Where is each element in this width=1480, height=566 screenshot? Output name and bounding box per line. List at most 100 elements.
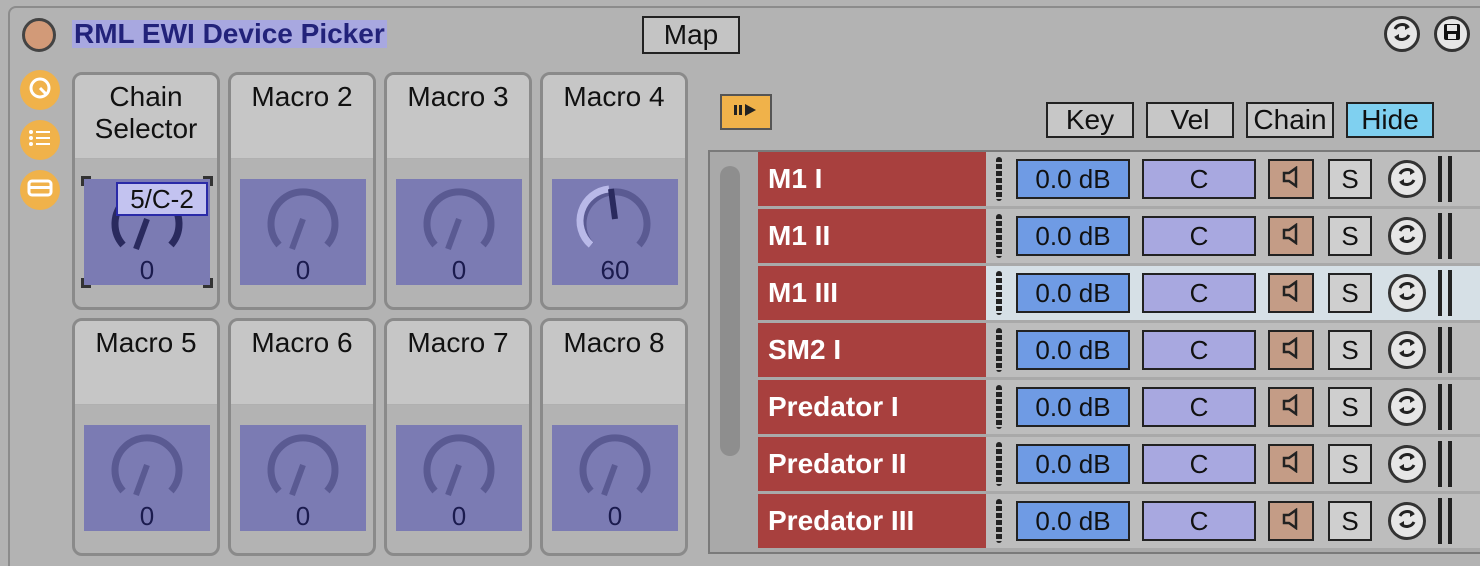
- macro-7[interactable]: Macro 7 0: [384, 318, 532, 556]
- map-button[interactable]: Map: [642, 16, 740, 54]
- drag-handle[interactable]: [996, 442, 1002, 486]
- chain-name[interactable]: SM2 I: [758, 323, 986, 377]
- chain-activator-button[interactable]: [1268, 387, 1314, 427]
- chain-name[interactable]: M1 I: [758, 152, 986, 206]
- chain-activator-button[interactable]: [1268, 501, 1314, 541]
- chain-row[interactable]: Predator I 0.0 dB C S: [758, 380, 1480, 434]
- macro-knob-area[interactable]: 0: [84, 425, 210, 531]
- chain-solo-button[interactable]: S: [1328, 159, 1372, 199]
- macro-knob-area[interactable]: 0: [240, 425, 366, 531]
- drag-handle[interactable]: [996, 214, 1002, 258]
- swap-icon: [1396, 166, 1418, 193]
- chain-row[interactable]: Predator III 0.0 dB C S: [758, 494, 1480, 548]
- device-rack: RML EWI Device Picker Map Chain Selector…: [8, 6, 1480, 566]
- drag-handle[interactable]: [996, 385, 1002, 429]
- chain-key[interactable]: C: [1142, 273, 1256, 313]
- chain-volume[interactable]: 0.0 dB: [1016, 387, 1130, 427]
- auto-select-button[interactable]: [720, 94, 772, 130]
- chain-hot-swap-button[interactable]: [1388, 160, 1426, 198]
- chain-level-meter: [1438, 384, 1452, 430]
- drag-handle[interactable]: [996, 499, 1002, 543]
- macro-variations-button[interactable]: [20, 70, 60, 110]
- save-preset-button[interactable]: [1434, 16, 1470, 52]
- chain-activator-button[interactable]: [1268, 330, 1314, 370]
- chain-controls: 0.0 dB C S: [986, 494, 1480, 548]
- chain-hot-swap-button[interactable]: [1388, 274, 1426, 312]
- knob-dial-icon: [423, 434, 495, 497]
- chain-activator-button[interactable]: [1268, 444, 1314, 484]
- chain-key[interactable]: C: [1142, 330, 1256, 370]
- chain-select-zone-button[interactable]: Chain: [1246, 102, 1334, 138]
- device-title[interactable]: RML EWI Device Picker: [72, 20, 387, 48]
- device-titlebar: RML EWI Device Picker Map: [10, 8, 1480, 60]
- macro-knob-area[interactable]: 0: [552, 425, 678, 531]
- macro-chain-selector[interactable]: Chain Selector 0 5/C-2: [72, 72, 220, 310]
- drag-handle[interactable]: [996, 328, 1002, 372]
- chain-volume[interactable]: 0.0 dB: [1016, 273, 1130, 313]
- key-zone-button[interactable]: Key: [1046, 102, 1134, 138]
- chain-row-selected[interactable]: M1 III 0.0 dB C S: [758, 266, 1480, 320]
- chain-hot-swap-button[interactable]: [1388, 217, 1426, 255]
- drag-handle[interactable]: [996, 271, 1002, 315]
- macro-2[interactable]: Macro 2 0: [228, 72, 376, 310]
- chain-activator-button[interactable]: [1268, 216, 1314, 256]
- chain-name[interactable]: M1 II: [758, 209, 986, 263]
- velocity-zone-button[interactable]: Vel: [1146, 102, 1234, 138]
- hide-zones-button[interactable]: Hide: [1346, 102, 1434, 138]
- chain-level-meter: [1438, 441, 1452, 487]
- chain-key[interactable]: C: [1142, 159, 1256, 199]
- macro-8[interactable]: Macro 8 0: [540, 318, 688, 556]
- chain-solo-button[interactable]: S: [1328, 501, 1372, 541]
- drag-handle[interactable]: [996, 157, 1002, 201]
- chain-volume[interactable]: 0.0 dB: [1016, 216, 1130, 256]
- macro-knob-area[interactable]: 0: [396, 179, 522, 285]
- randomize-button[interactable]: [1384, 16, 1420, 52]
- chain-row[interactable]: SM2 I 0.0 dB C S: [758, 323, 1480, 377]
- chain-key[interactable]: C: [1142, 444, 1256, 484]
- macro-4[interactable]: Macro 4 60: [540, 72, 688, 310]
- random-icon: [27, 75, 53, 106]
- chain-hot-swap-button[interactable]: [1388, 445, 1426, 483]
- macro-knob-area[interactable]: 0 5/C-2: [81, 176, 213, 288]
- chain-name[interactable]: M1 III: [758, 266, 986, 320]
- chain-volume[interactable]: 0.0 dB: [1016, 444, 1130, 484]
- chain-hot-swap-button[interactable]: [1388, 331, 1426, 369]
- chain-list: M1 I 0.0 dB C S M1 II 0.0 dB C S M1 III …: [708, 150, 1480, 554]
- chain-activator-button[interactable]: [1268, 273, 1314, 313]
- chain-hot-swap-button[interactable]: [1388, 388, 1426, 426]
- chain-name[interactable]: Predator III: [758, 494, 986, 548]
- chain-volume[interactable]: 0.0 dB: [1016, 501, 1130, 541]
- macro-6[interactable]: Macro 6 0: [228, 318, 376, 556]
- chain-list-scrollbar[interactable]: [720, 166, 740, 456]
- chain-level-meter: [1438, 498, 1452, 544]
- chain-volume[interactable]: 0.0 dB: [1016, 330, 1130, 370]
- macro-knob-area[interactable]: 60: [552, 179, 678, 285]
- macro-5[interactable]: Macro 5 0: [72, 318, 220, 556]
- chain-row[interactable]: M1 I 0.0 dB C S: [758, 152, 1480, 206]
- chain-solo-button[interactable]: S: [1328, 330, 1372, 370]
- device-panel-button[interactable]: [20, 170, 60, 210]
- chain-row[interactable]: Predator II 0.0 dB C S: [758, 437, 1480, 491]
- chain-solo-button[interactable]: S: [1328, 387, 1372, 427]
- chain-row[interactable]: M1 II 0.0 dB C S: [758, 209, 1480, 263]
- chain-volume[interactable]: 0.0 dB: [1016, 159, 1130, 199]
- swap-icon: [1396, 451, 1418, 478]
- chain-key[interactable]: C: [1142, 501, 1256, 541]
- macro-knob-area[interactable]: 0: [240, 179, 366, 285]
- chain-key[interactable]: C: [1142, 387, 1256, 427]
- chain-solo-button[interactable]: S: [1328, 273, 1372, 313]
- device-power-button[interactable]: [22, 18, 56, 52]
- play-arrow-icon: [732, 102, 760, 123]
- chain-solo-button[interactable]: S: [1328, 444, 1372, 484]
- chain-name[interactable]: Predator I: [758, 380, 986, 434]
- macro-value: 0: [139, 501, 155, 531]
- chain-controls: 0.0 dB C S: [986, 266, 1480, 320]
- macro-3[interactable]: Macro 3 0: [384, 72, 532, 310]
- macro-knob-area[interactable]: 0: [396, 425, 522, 531]
- chain-key[interactable]: C: [1142, 216, 1256, 256]
- chain-hot-swap-button[interactable]: [1388, 502, 1426, 540]
- chain-solo-button[interactable]: S: [1328, 216, 1372, 256]
- chain-name[interactable]: Predator II: [758, 437, 986, 491]
- chain-activator-button[interactable]: [1268, 159, 1314, 199]
- chain-list-button[interactable]: [20, 120, 60, 160]
